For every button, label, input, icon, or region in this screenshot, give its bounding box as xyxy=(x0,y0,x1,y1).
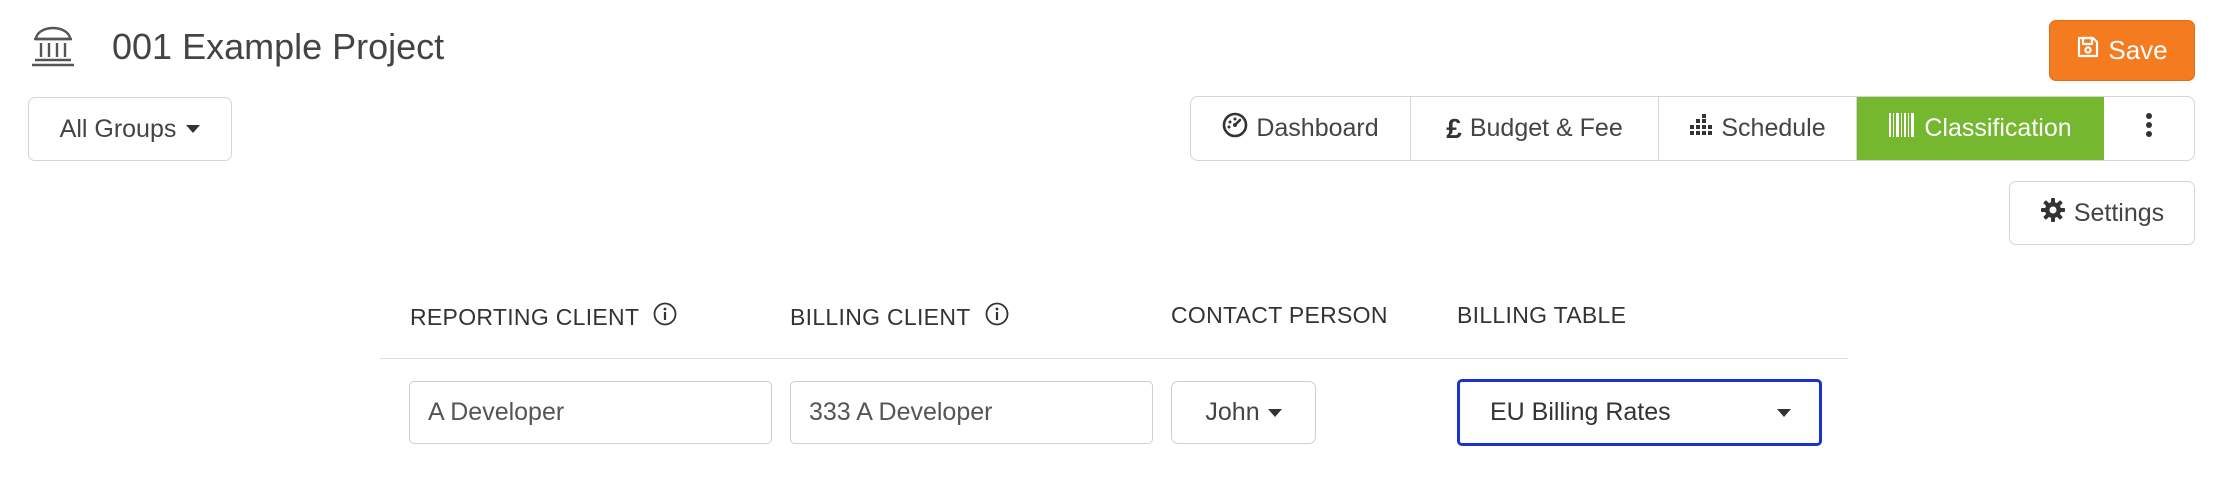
billing-client-input[interactable]: 333 A Developer xyxy=(790,381,1153,444)
save-button[interactable]: Save xyxy=(2049,20,2195,81)
info-icon[interactable] xyxy=(653,302,677,332)
tab-schedule-label: Schedule xyxy=(1721,114,1826,142)
floppy-disk-icon xyxy=(2076,35,2100,66)
building-columns-icon xyxy=(30,26,76,68)
billing-table-value: EU Billing Rates xyxy=(1490,398,1671,426)
gauge-icon xyxy=(1222,112,1248,145)
gear-icon xyxy=(2040,197,2066,230)
caret-down-icon xyxy=(1267,408,1282,417)
settings-button-label: Settings xyxy=(2073,198,2165,227)
column-header-billing-table: BILLING TABLE xyxy=(1457,302,1626,329)
settings-button[interactable]: Settings xyxy=(2009,181,2195,245)
vertical-ellipsis-icon xyxy=(2145,112,2153,145)
groups-dropdown[interactable]: All Groups xyxy=(28,97,232,161)
billing-client-value: 333 A Developer xyxy=(809,398,993,426)
column-header-billing-client: BILLING CLIENT xyxy=(790,302,1009,332)
groups-dropdown-label: All Groups xyxy=(59,114,177,143)
tab-dashboard[interactable]: Dashboard xyxy=(1191,97,1411,160)
contact-person-dropdown[interactable]: John xyxy=(1171,381,1316,444)
tab-classification-label: Classification xyxy=(1924,114,2072,142)
caret-down-icon xyxy=(1777,408,1791,417)
tab-schedule[interactable]: Schedule xyxy=(1659,97,1857,160)
project-nav: Dashboard £ Budget & Fee Schedule Classi… xyxy=(1190,96,2195,161)
tab-dashboard-label: Dashboard xyxy=(1256,114,1379,142)
bar-chart-icon xyxy=(1689,113,1713,144)
column-header-contact-person: CONTACT PERSON xyxy=(1171,302,1388,329)
column-header-label: BILLING TABLE xyxy=(1457,302,1627,328)
tab-budget-fee-label: Budget & Fee xyxy=(1469,114,1623,142)
save-button-label: Save xyxy=(2108,35,2168,65)
tab-classification[interactable]: Classification xyxy=(1857,97,2104,160)
page-title: 001 Example Project xyxy=(112,26,445,67)
billing-table-select[interactable]: EU Billing Rates xyxy=(1457,379,1822,446)
column-header-label: REPORTING CLIENT xyxy=(410,303,640,330)
column-header-label: CONTACT PERSON xyxy=(1171,302,1388,328)
column-header-label: BILLING CLIENT xyxy=(790,303,971,330)
contact-person-value: John xyxy=(1205,398,1260,426)
barcode-icon xyxy=(1888,112,1916,145)
column-header-reporting-client: REPORTING CLIENT xyxy=(410,302,677,332)
reporting-client-input[interactable]: A Developer xyxy=(409,381,772,444)
pound-sign-icon: £ xyxy=(1446,112,1462,144)
more-options-button[interactable] xyxy=(2104,97,2194,160)
caret-down-icon xyxy=(186,125,201,133)
info-icon[interactable] xyxy=(985,302,1009,332)
table-divider xyxy=(380,358,1848,359)
tab-budget-fee[interactable]: £ Budget & Fee xyxy=(1411,97,1659,160)
reporting-client-value: A Developer xyxy=(428,398,565,426)
